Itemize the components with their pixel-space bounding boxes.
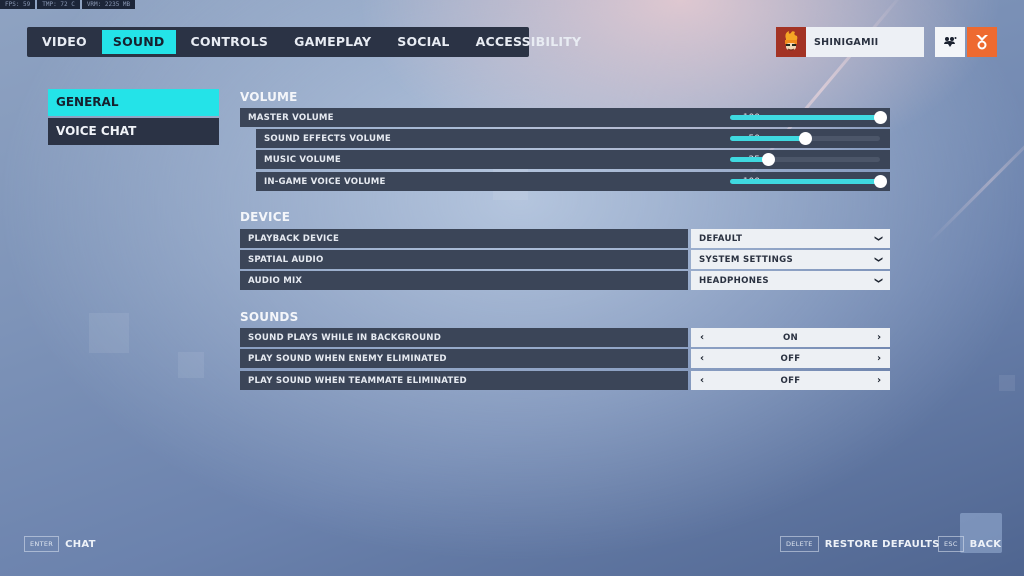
chevron-down-icon: ❯ <box>874 235 884 242</box>
toggle-value: OFF <box>780 353 801 364</box>
player-profile[interactable]: SHINIGAMII <box>776 27 924 57</box>
enter-key-hint: ENTER <box>24 536 60 552</box>
tab-video[interactable]: VIDEO <box>31 30 98 54</box>
background-square <box>89 313 129 353</box>
background-sound-row: SOUND PLAYS WHILE IN BACKGROUND <box>240 328 688 347</box>
sidebar-item-voice-chat[interactable]: VOICE CHAT <box>48 118 219 145</box>
slider-thumb[interactable] <box>874 111 887 124</box>
rewards-button[interactable] <box>967 27 997 57</box>
esc-key-hint: ESC <box>938 536 964 552</box>
slider-thumb[interactable] <box>874 175 887 188</box>
slider-fill <box>730 136 805 141</box>
spatial-audio-dropdown[interactable]: SYSTEM SETTINGS ❯ <box>691 250 890 269</box>
toggle-value: ON <box>782 332 799 343</box>
master-volume-slider[interactable] <box>730 111 887 124</box>
setting-label: AUDIO MIX <box>248 275 303 286</box>
in-game-voice-volume-row: IN-GAME VOICE VOLUME 100 <box>256 172 890 191</box>
playback-device-row: PLAYBACK DEVICE <box>240 229 688 248</box>
music-volume-row: MUSIC VOLUME 25 <box>256 150 890 169</box>
settings-tabs: VIDEO SOUND CONTROLS GAMEPLAY SOCIAL ACC… <box>27 27 581 57</box>
performance-overlay: FPS: 59 TMP: 72 C VRM: 2235 MB <box>0 0 136 9</box>
chat-label: CHAT <box>65 538 96 550</box>
slider-thumb[interactable] <box>799 132 812 145</box>
tab-accessibility[interactable]: ACCESSIBILITY <box>465 30 593 54</box>
setting-label: PLAY SOUND WHEN ENEMY ELIMINATED <box>248 353 447 364</box>
hero-portrait-icon <box>776 27 806 57</box>
temp-readout: TMP: 72 C <box>37 0 80 9</box>
friends-icon <box>944 37 957 47</box>
chevron-left-icon[interactable]: ‹ <box>697 375 707 386</box>
music-volume-slider[interactable] <box>730 153 880 166</box>
enemy-eliminated-sound-toggle[interactable]: ‹ OFF › <box>691 349 890 368</box>
setting-label: SOUND EFFECTS VOLUME <box>264 133 391 144</box>
chevron-right-icon[interactable]: › <box>874 375 884 386</box>
dropdown-value: DEFAULT <box>699 233 743 244</box>
setting-label: MUSIC VOLUME <box>264 154 341 165</box>
back-label: BACK <box>969 538 1002 550</box>
username: SHINIGAMII <box>814 36 879 48</box>
back-button[interactable]: ESC BACK <box>938 536 1001 552</box>
delete-key-hint: DELETE <box>780 536 819 552</box>
device-section-title: DEVICE <box>240 210 291 224</box>
restore-defaults-button[interactable]: DELETE RESTORE DEFAULTS <box>780 536 940 552</box>
teammate-eliminated-sound-toggle[interactable]: ‹ OFF › <box>691 371 890 390</box>
enemy-eliminated-sound-row: PLAY SOUND WHEN ENEMY ELIMINATED <box>240 349 688 368</box>
chevron-right-icon[interactable]: › <box>874 332 884 343</box>
setting-label: PLAYBACK DEVICE <box>248 233 340 244</box>
social-button[interactable] <box>935 27 965 57</box>
toggle-value: OFF <box>780 375 801 386</box>
sound-effects-volume-row: SOUND EFFECTS VOLUME 50 <box>256 129 890 148</box>
vram-readout: VRM: 2235 MB <box>81 0 136 9</box>
setting-label: SOUND PLAYS WHILE IN BACKGROUND <box>248 332 442 343</box>
chevron-left-icon[interactable]: ‹ <box>697 332 707 343</box>
master-volume-row: MASTER VOLUME 100 <box>240 108 890 127</box>
sounds-section-title: SOUNDS <box>240 310 299 324</box>
setting-label: MASTER VOLUME <box>248 112 334 123</box>
background-square <box>999 375 1015 391</box>
sidebar-item-general[interactable]: GENERAL <box>48 89 219 116</box>
tab-controls[interactable]: CONTROLS <box>180 30 280 54</box>
setting-label: SPATIAL AUDIO <box>248 254 324 265</box>
setting-label: IN-GAME VOICE VOLUME <box>264 176 386 187</box>
tab-sound[interactable]: SOUND <box>101 30 176 54</box>
volume-section-title: VOLUME <box>240 90 298 104</box>
medal-icon <box>976 35 988 50</box>
fps-readout: FPS: 59 <box>0 0 36 9</box>
sound-effects-volume-slider[interactable] <box>730 132 880 145</box>
background-sound-toggle[interactable]: ‹ ON › <box>691 328 890 347</box>
background-square <box>178 352 204 378</box>
slider-fill <box>730 115 880 120</box>
setting-label: PLAY SOUND WHEN TEAMMATE ELIMINATED <box>248 375 467 386</box>
chevron-down-icon: ❯ <box>874 256 884 263</box>
tab-gameplay[interactable]: GAMEPLAY <box>283 30 382 54</box>
spatial-audio-row: SPATIAL AUDIO <box>240 250 688 269</box>
chat-button[interactable]: ENTER CHAT <box>24 536 96 552</box>
dropdown-value: HEADPHONES <box>699 275 769 286</box>
slider-fill <box>730 179 880 184</box>
restore-defaults-label: RESTORE DEFAULTS <box>824 538 940 550</box>
in-game-voice-volume-slider[interactable] <box>730 175 887 188</box>
playback-device-dropdown[interactable]: DEFAULT ❯ <box>691 229 890 248</box>
background-glare <box>926 115 1024 245</box>
chevron-right-icon[interactable]: › <box>874 353 884 364</box>
chevron-left-icon[interactable]: ‹ <box>697 353 707 364</box>
dropdown-value: SYSTEM SETTINGS <box>699 254 793 265</box>
chevron-down-icon: ❯ <box>874 277 884 284</box>
audio-mix-dropdown[interactable]: HEADPHONES ❯ <box>691 271 890 290</box>
tab-social[interactable]: SOCIAL <box>386 30 460 54</box>
teammate-eliminated-sound-row: PLAY SOUND WHEN TEAMMATE ELIMINATED <box>240 371 688 390</box>
audio-mix-row: AUDIO MIX <box>240 271 688 290</box>
slider-thumb[interactable] <box>761 153 775 166</box>
